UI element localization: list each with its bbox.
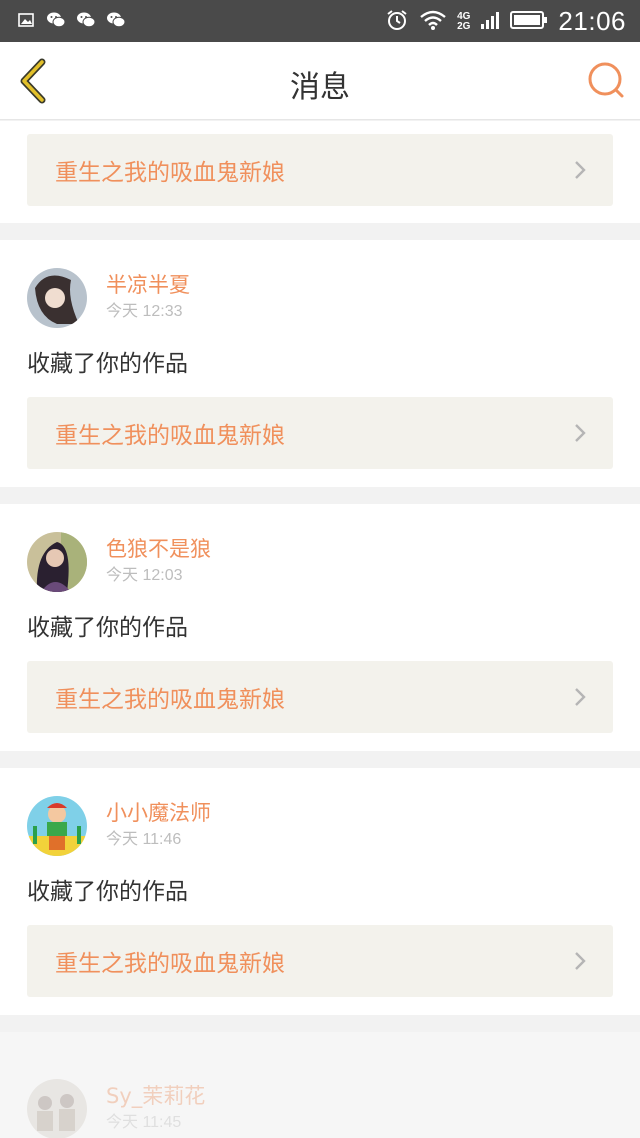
action-text: 收藏了你的作品: [27, 615, 188, 641]
message-card: 色狼不是狼 今天 12:03 收藏了你的作品 重生之我的吸血鬼新娘: [0, 504, 640, 751]
work-title: 重生之我的吸血鬼新娘: [55, 951, 285, 977]
notification-icons: [16, 10, 126, 30]
network-top-label: 4G: [457, 10, 471, 22]
avatar[interactable]: [27, 1079, 87, 1138]
timestamp: 今天 12:03: [106, 567, 183, 584]
work-link[interactable]: 重生之我的吸血鬼新娘: [27, 134, 613, 206]
signal-icon: [480, 10, 500, 34]
chevron-right-icon: [575, 424, 586, 442]
action-text: 收藏了你的作品: [27, 879, 188, 905]
message-card: 半凉半夏 今天 12:33 收藏了你的作品 重生之我的吸血鬼新娘: [0, 240, 640, 487]
search-button[interactable]: [586, 60, 626, 100]
chevron-right-icon: [575, 161, 586, 179]
timestamp: 今天 11:46: [106, 831, 182, 848]
image-icon: [16, 10, 36, 30]
battery-icon: [510, 10, 548, 34]
user-meta: 半凉半夏 今天 12:33: [106, 272, 190, 324]
wechat-icon: [106, 10, 126, 30]
alarm-icon: [385, 8, 409, 36]
work-title: 重生之我的吸血鬼新娘: [55, 160, 285, 186]
page-title: 消息: [290, 70, 350, 105]
wechat-icon: [76, 10, 96, 30]
work-title: 重生之我的吸血鬼新娘: [55, 687, 285, 713]
user-row: 半凉半夏 今天 12:33: [27, 267, 613, 329]
network-type: 4G 2G: [457, 10, 471, 32]
chevron-right-icon: [575, 952, 586, 970]
message-card: 重生之我的吸血鬼新娘: [0, 121, 640, 223]
message-card: Sy_茉莉花 今天 11:45: [0, 1032, 640, 1138]
work-link[interactable]: 重生之我的吸血鬼新娘: [27, 661, 613, 733]
user-row: 小小魔法师 今天 11:46: [27, 795, 613, 857]
avatar[interactable]: [27, 796, 87, 856]
action-text: 收藏了你的作品: [27, 351, 188, 377]
work-link[interactable]: 重生之我的吸血鬼新娘: [27, 925, 613, 997]
avatar[interactable]: [27, 532, 87, 592]
timestamp: 今天 12:33: [106, 303, 183, 320]
username[interactable]: Sy_茉莉花: [106, 1083, 205, 1109]
user-meta: Sy_茉莉花 今天 11:45: [106, 1083, 205, 1135]
search-icon: [588, 62, 624, 98]
chevron-right-icon: [575, 688, 586, 706]
status-time: 21:06: [558, 6, 626, 36]
timestamp: 今天 11:45: [106, 1114, 182, 1131]
message-list[interactable]: 重生之我的吸血鬼新娘 半凉半夏 今天 12:33 收藏了你的作品 重生之我的吸血…: [0, 121, 640, 1138]
user-meta: 色狼不是狼 今天 12:03: [106, 536, 211, 588]
username[interactable]: 色狼不是狼: [106, 536, 211, 562]
user-meta: 小小魔法师 今天 11:46: [106, 800, 211, 852]
username[interactable]: 半凉半夏: [106, 272, 190, 298]
user-row: Sy_茉莉花 今天 11:45: [27, 1078, 613, 1138]
user-row: 色狼不是狼 今天 12:03: [27, 531, 613, 593]
wechat-icon: [46, 10, 66, 30]
work-title: 重生之我的吸血鬼新娘: [55, 423, 285, 449]
username[interactable]: 小小魔法师: [106, 800, 211, 826]
system-status: 4G 2G 21:06: [385, 6, 626, 37]
app-header: 消息: [0, 42, 640, 120]
message-card: 小小魔法师 今天 11:46 收藏了你的作品 重生之我的吸血鬼新娘: [0, 768, 640, 1015]
status-bar: 4G 2G 21:06: [0, 0, 640, 42]
wifi-icon: [419, 9, 447, 35]
work-link[interactable]: 重生之我的吸血鬼新娘: [27, 397, 613, 469]
network-bottom-label: 2G: [457, 20, 471, 32]
avatar[interactable]: [27, 268, 87, 328]
